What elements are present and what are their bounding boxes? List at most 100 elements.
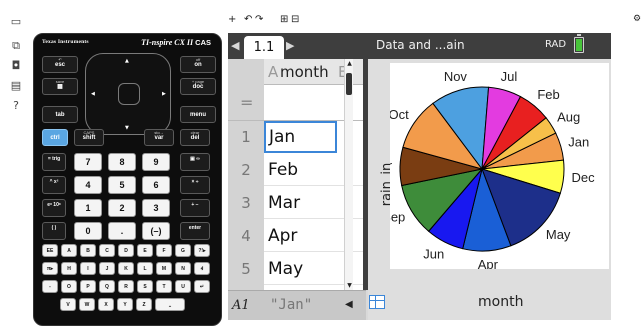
screenshot-icon[interactable]: ⧉ — [8, 38, 24, 54]
pie-label: Apr — [478, 257, 499, 269]
column-name[interactable]: month — [280, 63, 329, 81]
row-number[interactable]: 4 — [228, 220, 264, 252]
letter-key-22[interactable]: R — [118, 280, 134, 293]
pie-label: Sep — [390, 210, 405, 225]
number-key-1[interactable]: 8 — [108, 153, 136, 171]
letter-key-18[interactable]: - — [42, 280, 58, 293]
letter-key-13[interactable]: K — [118, 262, 134, 275]
letter-key-31[interactable]: Z — [136, 298, 152, 311]
letter-key-29[interactable]: X — [98, 298, 114, 311]
on-key[interactable]: off on — [180, 56, 216, 73]
number-key-6[interactable]: 1 — [74, 199, 102, 217]
letter-key-16[interactable]: N — [175, 262, 191, 275]
menu-key[interactable]: menu — [180, 106, 216, 123]
undo-icon[interactable]: ↶ — [244, 14, 252, 25]
letter-key-12[interactable]: J — [99, 262, 115, 275]
doc-key[interactable]: + page doc — [180, 78, 216, 95]
letter-key-26[interactable]: ↵ — [194, 280, 210, 293]
op-key-left-1[interactable]: ^ x² — [42, 176, 66, 194]
redo-icon[interactable]: ↷ — [255, 14, 263, 25]
row-number[interactable]: 3 — [228, 187, 264, 219]
letter-key-9[interactable]: π▸ — [42, 262, 58, 275]
letter-key-4[interactable]: D — [118, 244, 134, 257]
scroll-down-icon[interactable]: ▼ — [345, 282, 354, 289]
letter-key-17[interactable]: Ꜭ — [194, 262, 210, 275]
number-key-9[interactable]: 0 — [74, 222, 102, 240]
letter-key-27[interactable]: V — [60, 298, 76, 311]
letter-key-3[interactable]: C — [99, 244, 115, 257]
number-key-7[interactable]: 2 — [108, 199, 136, 217]
tab-next-icon[interactable]: ▶ — [286, 39, 294, 52]
calculator-icon[interactable]: ▤ — [8, 78, 24, 94]
touchpad-left-icon: ◀ — [91, 91, 95, 97]
letter-key-8[interactable]: ?!▸ — [194, 244, 210, 257]
app-window: ▭ ⧉ ◘ ▤? Texas Instruments TI-nspire CX II … — [0, 0, 641, 333]
tab-1-1[interactable]: 1.1 — [244, 36, 284, 59]
entry-collapse-icon[interactable]: ◀ — [345, 299, 353, 310]
letter-key-0[interactable]: EE — [42, 244, 58, 257]
letter-key-28[interactable]: W — [79, 298, 95, 311]
letter-key-21[interactable]: Q — [99, 280, 115, 293]
letter-key-1[interactable]: A — [61, 244, 77, 257]
letter-key-23[interactable]: S — [137, 280, 153, 293]
layout-icon[interactable]: ⊞ — [280, 14, 288, 25]
tab-prev-icon[interactable]: ◀ — [231, 39, 239, 52]
cell-entry-input[interactable]: "Jan" — [270, 297, 312, 313]
letter-key-7[interactable]: G — [175, 244, 191, 257]
scroll-thumb[interactable] — [346, 73, 352, 95]
touchpad[interactable]: ▲ ▼ ◀ ▶ — [85, 53, 171, 135]
x-axis-label[interactable]: month — [478, 294, 523, 310]
letter-key-2[interactable]: B — [80, 244, 96, 257]
letter-key-6[interactable]: F — [156, 244, 172, 257]
settings-icon[interactable]: ⚙ — [633, 14, 641, 24]
letter-key-11[interactable]: I — [80, 262, 96, 275]
row-number[interactable]: 5 — [228, 253, 264, 285]
row-number[interactable]: 1 — [228, 121, 264, 153]
letter-key-14[interactable]: L — [137, 262, 153, 275]
number-key-5[interactable]: 6 — [142, 176, 170, 194]
number-key-2[interactable]: 9 — [142, 153, 170, 171]
esc-key[interactable]: ↶ esc — [42, 56, 78, 73]
pie-chart[interactable]: Jan Dec May Apr Jun Sep Mar Oct Nov Jul Feb Aug — [370, 63, 609, 272]
op-key-right-0[interactable]: ▣ ∞ — [180, 153, 210, 171]
number-key-3[interactable]: 4 — [74, 176, 102, 194]
op-key-right-3[interactable]: enter — [180, 222, 210, 240]
number-key-0[interactable]: 7 — [74, 153, 102, 171]
letter-key-24[interactable]: T — [156, 280, 172, 293]
camera-icon[interactable]: ◘ — [8, 58, 24, 74]
op-key-right-2[interactable]: + − — [180, 199, 210, 217]
del-key[interactable]: clear del — [180, 129, 210, 146]
letter-key-15[interactable]: M — [156, 262, 172, 275]
add-page-button[interactable]: + — [228, 14, 236, 25]
letter-key-20[interactable]: P — [80, 280, 96, 293]
tab-key[interactable]: tab — [42, 106, 78, 123]
help-icon[interactable]: ? — [8, 98, 24, 114]
op-key-left-0[interactable]: = trig — [42, 153, 66, 171]
page-layout-icon[interactable]: ⊟ — [291, 14, 299, 25]
op-key-right-1[interactable]: × ÷ — [180, 176, 210, 194]
table-cell[interactable]: Jan — [264, 121, 337, 153]
shift-key[interactable]: CAPS shift — [74, 129, 104, 146]
touchpad-center[interactable] — [118, 83, 140, 105]
ctrl-key[interactable]: ctrl — [42, 129, 68, 146]
number-key-8[interactable]: 3 — [142, 199, 170, 217]
op-key-left-2[interactable]: eˣ 10ˣ — [42, 199, 66, 217]
letter-key-25[interactable]: U — [175, 280, 191, 293]
plot-area[interactable]: Jan Dec May Apr Jun Sep Mar Oct Nov Jul Feb Aug — [370, 63, 609, 272]
var-key[interactable]: sto→ var — [144, 129, 174, 146]
letter-key-30[interactable]: Y — [117, 298, 133, 311]
folder-icon[interactable]: ▭ — [8, 14, 24, 30]
scroll-up-icon[interactable]: ▲ — [345, 60, 354, 67]
letter-key-5[interactable]: E — [137, 244, 153, 257]
row-number[interactable]: 2 — [228, 154, 264, 186]
letter-key-10[interactable]: H — [61, 262, 77, 275]
number-key-11[interactable]: (–) — [142, 222, 170, 240]
op-key-left-3[interactable]: ( ) — [42, 222, 66, 240]
number-key-4[interactable]: 5 — [108, 176, 136, 194]
table-icon[interactable] — [369, 295, 385, 309]
save-key[interactable]: save ▦ — [42, 78, 78, 95]
letter-key-19[interactable]: O — [61, 280, 77, 293]
number-key-10[interactable]: . — [108, 222, 136, 240]
vertical-scrollbar[interactable]: ▲ ▼ — [344, 59, 353, 290]
letter-key-32[interactable]: ⎵ — [155, 298, 185, 311]
